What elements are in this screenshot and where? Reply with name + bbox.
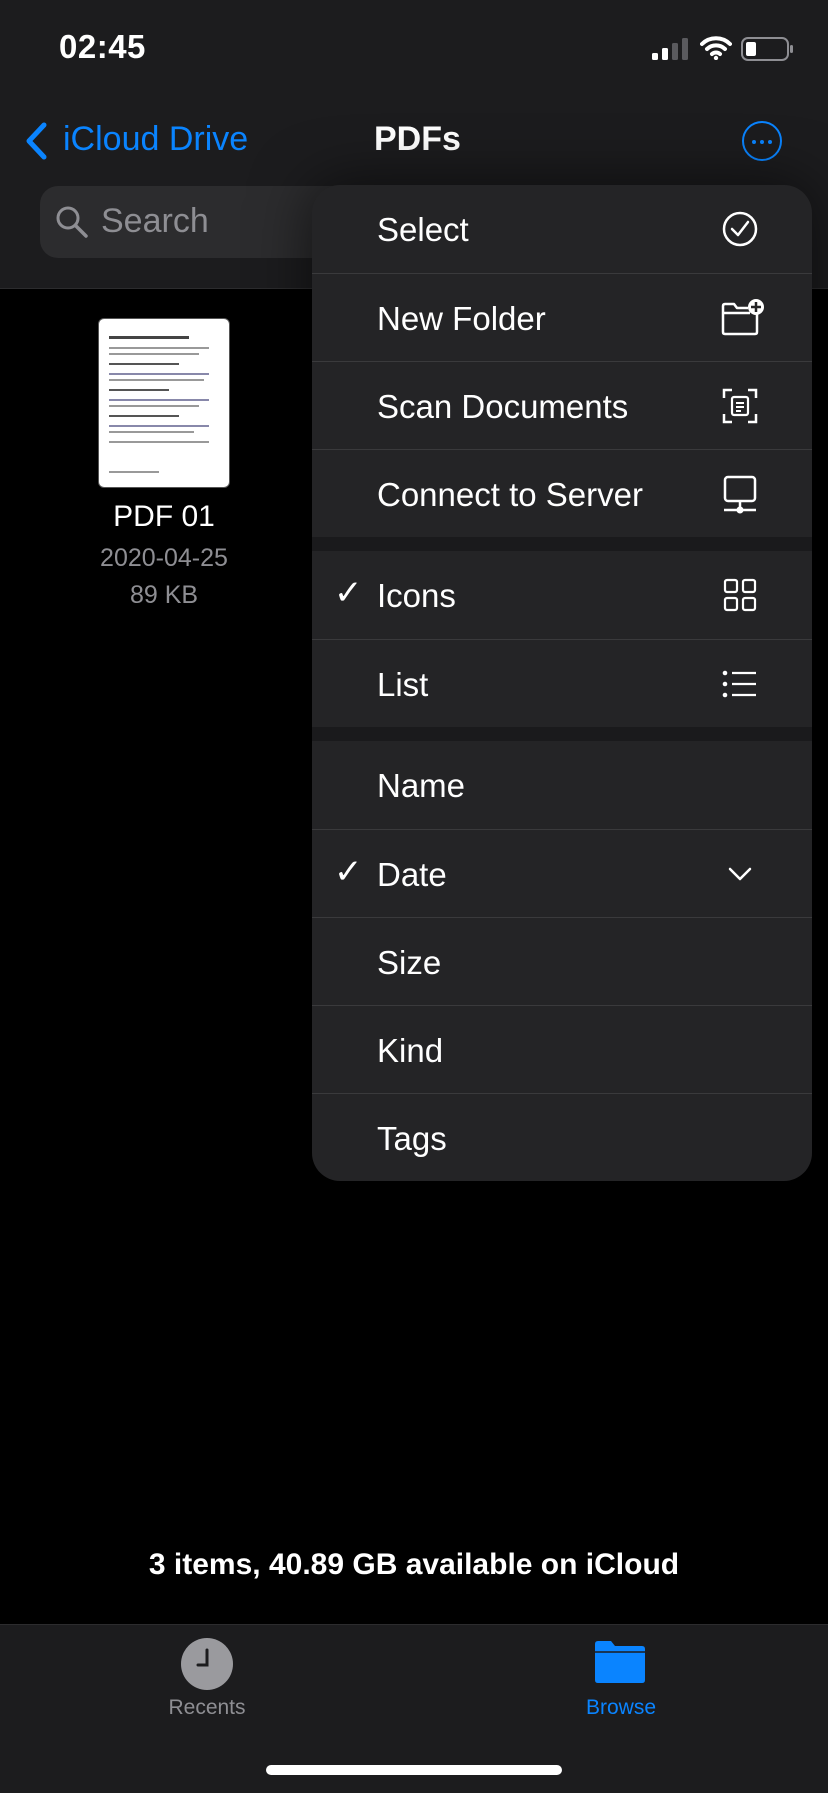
storage-summary: 3 items, 40.89 GB available on iCloud — [148, 1548, 680, 1581]
menu-item-label: Size — [377, 944, 442, 981]
thumb-line — [109, 441, 209, 443]
checkmark-circle-icon — [722, 211, 758, 247]
thumb-line — [109, 471, 159, 473]
menu-item-label: Tags — [377, 1120, 447, 1157]
search-icon — [56, 206, 88, 238]
file-name[interactable]: PDF 01 — [0, 500, 328, 534]
cellular-signal-icon — [652, 38, 688, 60]
search-placeholder: Search — [101, 202, 209, 240]
page-title: PDFs — [374, 120, 461, 158]
menu-item-label: Connect to Server — [377, 476, 643, 513]
server-icon — [723, 475, 757, 514]
back-button[interactable]: iCloud Drive — [63, 120, 248, 159]
thumb-line — [109, 373, 209, 375]
tab-recents[interactable]: Recents — [0, 1696, 414, 1720]
list-icon — [722, 670, 756, 698]
thumb-line — [109, 399, 209, 401]
menu-item-select[interactable]: Select — [312, 185, 812, 273]
menu-item-sort-date[interactable]: ✓ Date — [312, 829, 812, 917]
menu-item-label: Kind — [377, 1032, 444, 1069]
status-time: 02:45 — [59, 28, 146, 65]
thumb-line — [109, 347, 209, 349]
menu-item-label: Select — [377, 211, 469, 248]
menu-item-label: Name — [377, 767, 466, 804]
menu-item-sort-size[interactable]: Size — [312, 917, 812, 1005]
home-indicator[interactable] — [266, 1765, 562, 1775]
file-size: 89 KB — [129, 581, 199, 609]
menu-item-connect-to-server[interactable]: Connect to Server — [312, 449, 812, 537]
wifi-icon — [700, 36, 732, 60]
thumb-line — [109, 389, 169, 391]
menu-item-icons-view[interactable]: ✓ Icons — [312, 551, 812, 639]
options-menu: Select New Folder Scan Documents Connect… — [312, 185, 812, 1181]
back-chevron-icon[interactable] — [24, 121, 50, 161]
thumb-line — [109, 431, 194, 433]
menu-item-new-folder[interactable]: New Folder — [312, 273, 812, 361]
checkmark-icon: ✓ — [334, 574, 363, 612]
more-dot — [760, 140, 764, 144]
menu-section-separator — [312, 727, 812, 741]
checkmark-icon: ✓ — [334, 853, 363, 891]
more-options-button[interactable] — [742, 121, 782, 161]
menu-item-sort-tags[interactable]: Tags — [312, 1093, 812, 1181]
scan-document-icon — [722, 388, 758, 424]
clock-icon[interactable] — [181, 1638, 233, 1690]
thumb-line — [109, 336, 189, 339]
file-date: 2020-04-25 — [100, 544, 228, 572]
thumb-line — [109, 363, 179, 365]
more-dot — [768, 140, 772, 144]
menu-item-label: Scan Documents — [377, 388, 629, 425]
tab-browse[interactable]: Browse — [414, 1696, 828, 1720]
thumb-line — [109, 425, 209, 427]
thumb-line — [109, 415, 179, 417]
menu-item-label: New Folder — [377, 300, 546, 337]
menu-item-label: Icons — [377, 577, 456, 614]
chevron-down-icon — [728, 867, 752, 881]
menu-item-label: Date — [377, 856, 447, 893]
grid-icon — [723, 578, 757, 612]
clock-hands — [196, 1648, 209, 1667]
more-dot — [752, 140, 756, 144]
battery-icon — [741, 37, 793, 61]
thumb-line — [109, 405, 199, 407]
menu-item-label: List — [377, 666, 429, 703]
thumb-line — [109, 353, 199, 355]
pdf-thumbnail[interactable] — [98, 318, 230, 488]
menu-item-list-view[interactable]: List — [312, 639, 812, 727]
menu-item-scan-documents[interactable]: Scan Documents — [312, 361, 812, 449]
menu-item-sort-kind[interactable]: Kind — [312, 1005, 812, 1093]
menu-section-separator — [312, 537, 812, 551]
menu-item-sort-name[interactable]: Name — [312, 741, 812, 829]
folder-icon[interactable] — [593, 1638, 647, 1684]
thumb-line — [109, 379, 204, 381]
folder-add-icon — [721, 299, 764, 336]
